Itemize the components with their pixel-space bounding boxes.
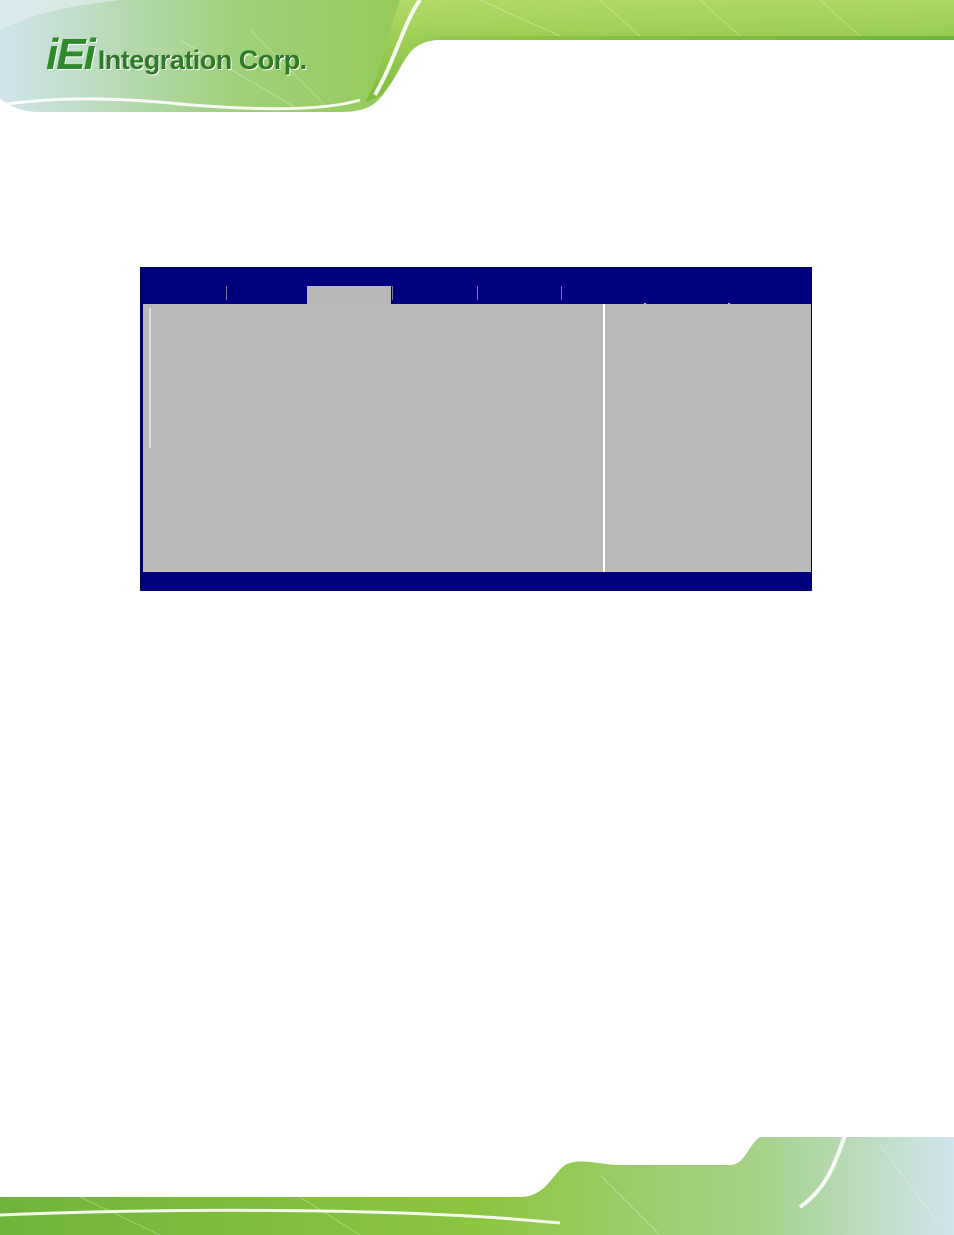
tab-main[interactable] — [141, 286, 226, 304]
tab-chipset[interactable] — [307, 286, 391, 304]
tab-boot[interactable] — [393, 286, 477, 304]
footer-banner — [0, 1135, 954, 1235]
bios-main-panel — [143, 304, 605, 572]
bios-setup-screen — [140, 267, 812, 591]
footer-banner-graphic — [0, 1135, 954, 1235]
bios-status-bar — [141, 573, 811, 591]
panel-edge — [149, 308, 151, 448]
logo-text: Integration Corp. — [97, 45, 308, 75]
tab-advanced[interactable] — [227, 286, 307, 304]
company-logo: iEi Integration Corp. — [46, 27, 307, 77]
logo-mark: iEi — [46, 30, 96, 79]
tab-security[interactable] — [478, 286, 562, 304]
header-banner: iEi Integration Corp. — [0, 0, 954, 115]
bios-help-panel — [605, 304, 811, 572]
bios-menu-tabs — [141, 286, 811, 305]
tab-separator — [561, 286, 562, 300]
bios-title-bar — [141, 268, 811, 286]
